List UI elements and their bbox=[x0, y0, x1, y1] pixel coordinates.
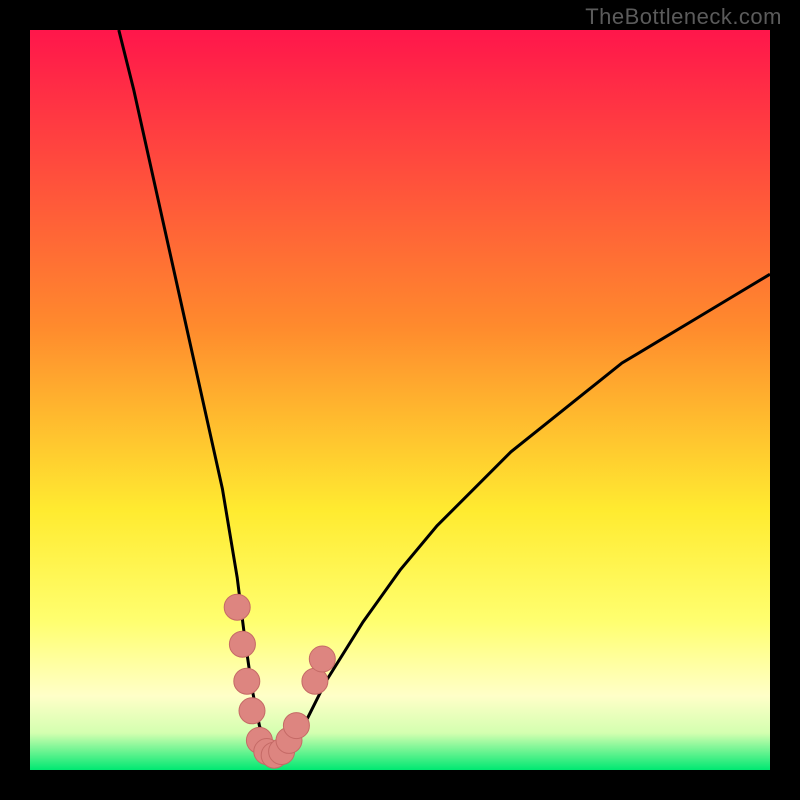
curve-marker bbox=[239, 698, 265, 724]
chart-frame: TheBottleneck.com bbox=[0, 0, 800, 800]
chart-svg bbox=[30, 30, 770, 770]
curve-marker bbox=[224, 594, 250, 620]
gradient-background bbox=[30, 30, 770, 770]
curve-marker bbox=[234, 668, 260, 694]
plot-area bbox=[30, 30, 770, 770]
curve-marker bbox=[229, 631, 255, 657]
watermark-text: TheBottleneck.com bbox=[585, 4, 782, 30]
curve-marker bbox=[283, 713, 309, 739]
curve-marker bbox=[309, 646, 335, 672]
